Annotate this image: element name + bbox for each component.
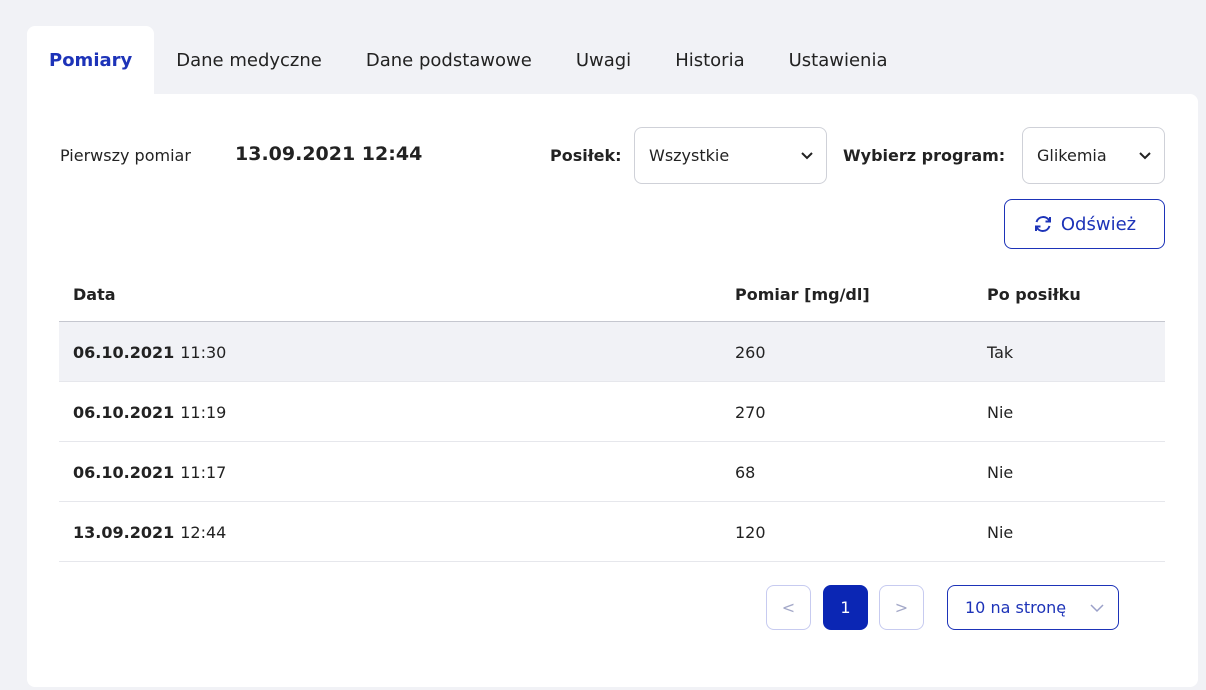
meal-filter-value: Wszystkie xyxy=(649,146,730,165)
column-header-date[interactable]: Data xyxy=(73,285,116,304)
row-datetime: 06.10.2021 11:17 xyxy=(73,463,226,482)
row-datetime: 06.10.2021 11:19 xyxy=(73,403,226,422)
row-measurement: 120 xyxy=(735,523,766,542)
row-time: 11:30 xyxy=(180,343,227,362)
chevron-down-icon xyxy=(1090,604,1104,613)
chevron-down-icon xyxy=(1139,152,1151,160)
page-size-value: 10 na stronę xyxy=(965,598,1067,617)
row-date: 06.10.2021 xyxy=(73,463,175,482)
tab-pomiary[interactable]: Pomiary xyxy=(27,26,155,94)
measurements-panel: Pierwszy pomiar 13.09.2021 12:44 Posiłek… xyxy=(27,94,1198,687)
row-after-meal: Nie xyxy=(987,463,1014,482)
table-row[interactable]: 06.10.2021 11:19 270 Nie xyxy=(59,382,1165,442)
meal-filter-label: Posiłek: xyxy=(550,146,622,165)
tab-historia[interactable]: Historia xyxy=(653,26,766,94)
row-after-meal: Tak xyxy=(987,343,1014,362)
chevron-down-icon xyxy=(801,152,813,160)
row-measurement: 260 xyxy=(735,343,766,362)
refresh-button[interactable]: Odśwież xyxy=(1004,199,1165,249)
row-after-meal: Nie xyxy=(987,403,1014,422)
row-measurement: 68 xyxy=(735,463,756,482)
refresh-icon xyxy=(1034,216,1051,232)
table-row[interactable]: 06.10.2021 11:17 68 Nie xyxy=(59,442,1165,502)
row-date: 06.10.2021 xyxy=(73,343,175,362)
tab-dane-medyczne[interactable]: Dane medyczne xyxy=(154,26,344,94)
row-datetime: 13.09.2021 12:44 xyxy=(73,523,226,542)
program-select[interactable]: Glikemia xyxy=(1022,127,1165,184)
first-measurement-label: Pierwszy pomiar xyxy=(60,146,191,165)
previous-page-button[interactable]: < xyxy=(766,585,811,630)
program-select-label: Wybierz program: xyxy=(843,146,1006,165)
table-row[interactable]: 06.10.2021 11:30 260 Tak xyxy=(59,322,1165,382)
column-header-measurement[interactable]: Pomiar [mg/dl] xyxy=(735,285,870,304)
row-date: 13.09.2021 xyxy=(73,523,175,542)
row-after-meal: Nie xyxy=(987,523,1014,542)
meal-filter-select[interactable]: Wszystkie xyxy=(634,127,827,184)
refresh-button-label: Odśwież xyxy=(1060,213,1137,235)
measurements-table: Data Pomiar [mg/dl] Po posiłku 06.10.202… xyxy=(59,264,1165,562)
row-time: 11:17 xyxy=(180,463,227,482)
tab-uwagi[interactable]: Uwagi xyxy=(554,26,653,94)
column-header-after-meal[interactable]: Po posiłku xyxy=(987,285,1081,304)
row-measurement: 270 xyxy=(735,403,766,422)
row-date: 06.10.2021 xyxy=(73,403,175,422)
table-row[interactable]: 13.09.2021 12:44 120 Nie xyxy=(59,502,1165,562)
program-select-value: Glikemia xyxy=(1037,146,1107,165)
row-time: 11:19 xyxy=(180,403,227,422)
tab-dane-podstawowe[interactable]: Dane podstawowe xyxy=(344,26,554,94)
tab-ustawienia[interactable]: Ustawienia xyxy=(767,26,910,94)
tab-bar: Pomiary Dane medyczne Dane podstawowe Uw… xyxy=(27,26,910,94)
row-time: 12:44 xyxy=(180,523,227,542)
current-page-button[interactable]: 1 xyxy=(823,585,868,630)
next-page-button[interactable]: > xyxy=(879,585,924,630)
row-datetime: 06.10.2021 11:30 xyxy=(73,343,226,362)
first-measurement-value: 13.09.2021 12:44 xyxy=(235,143,423,165)
table-header: Data Pomiar [mg/dl] Po posiłku xyxy=(59,264,1165,322)
page-size-select[interactable]: 10 na stronę xyxy=(947,585,1119,630)
